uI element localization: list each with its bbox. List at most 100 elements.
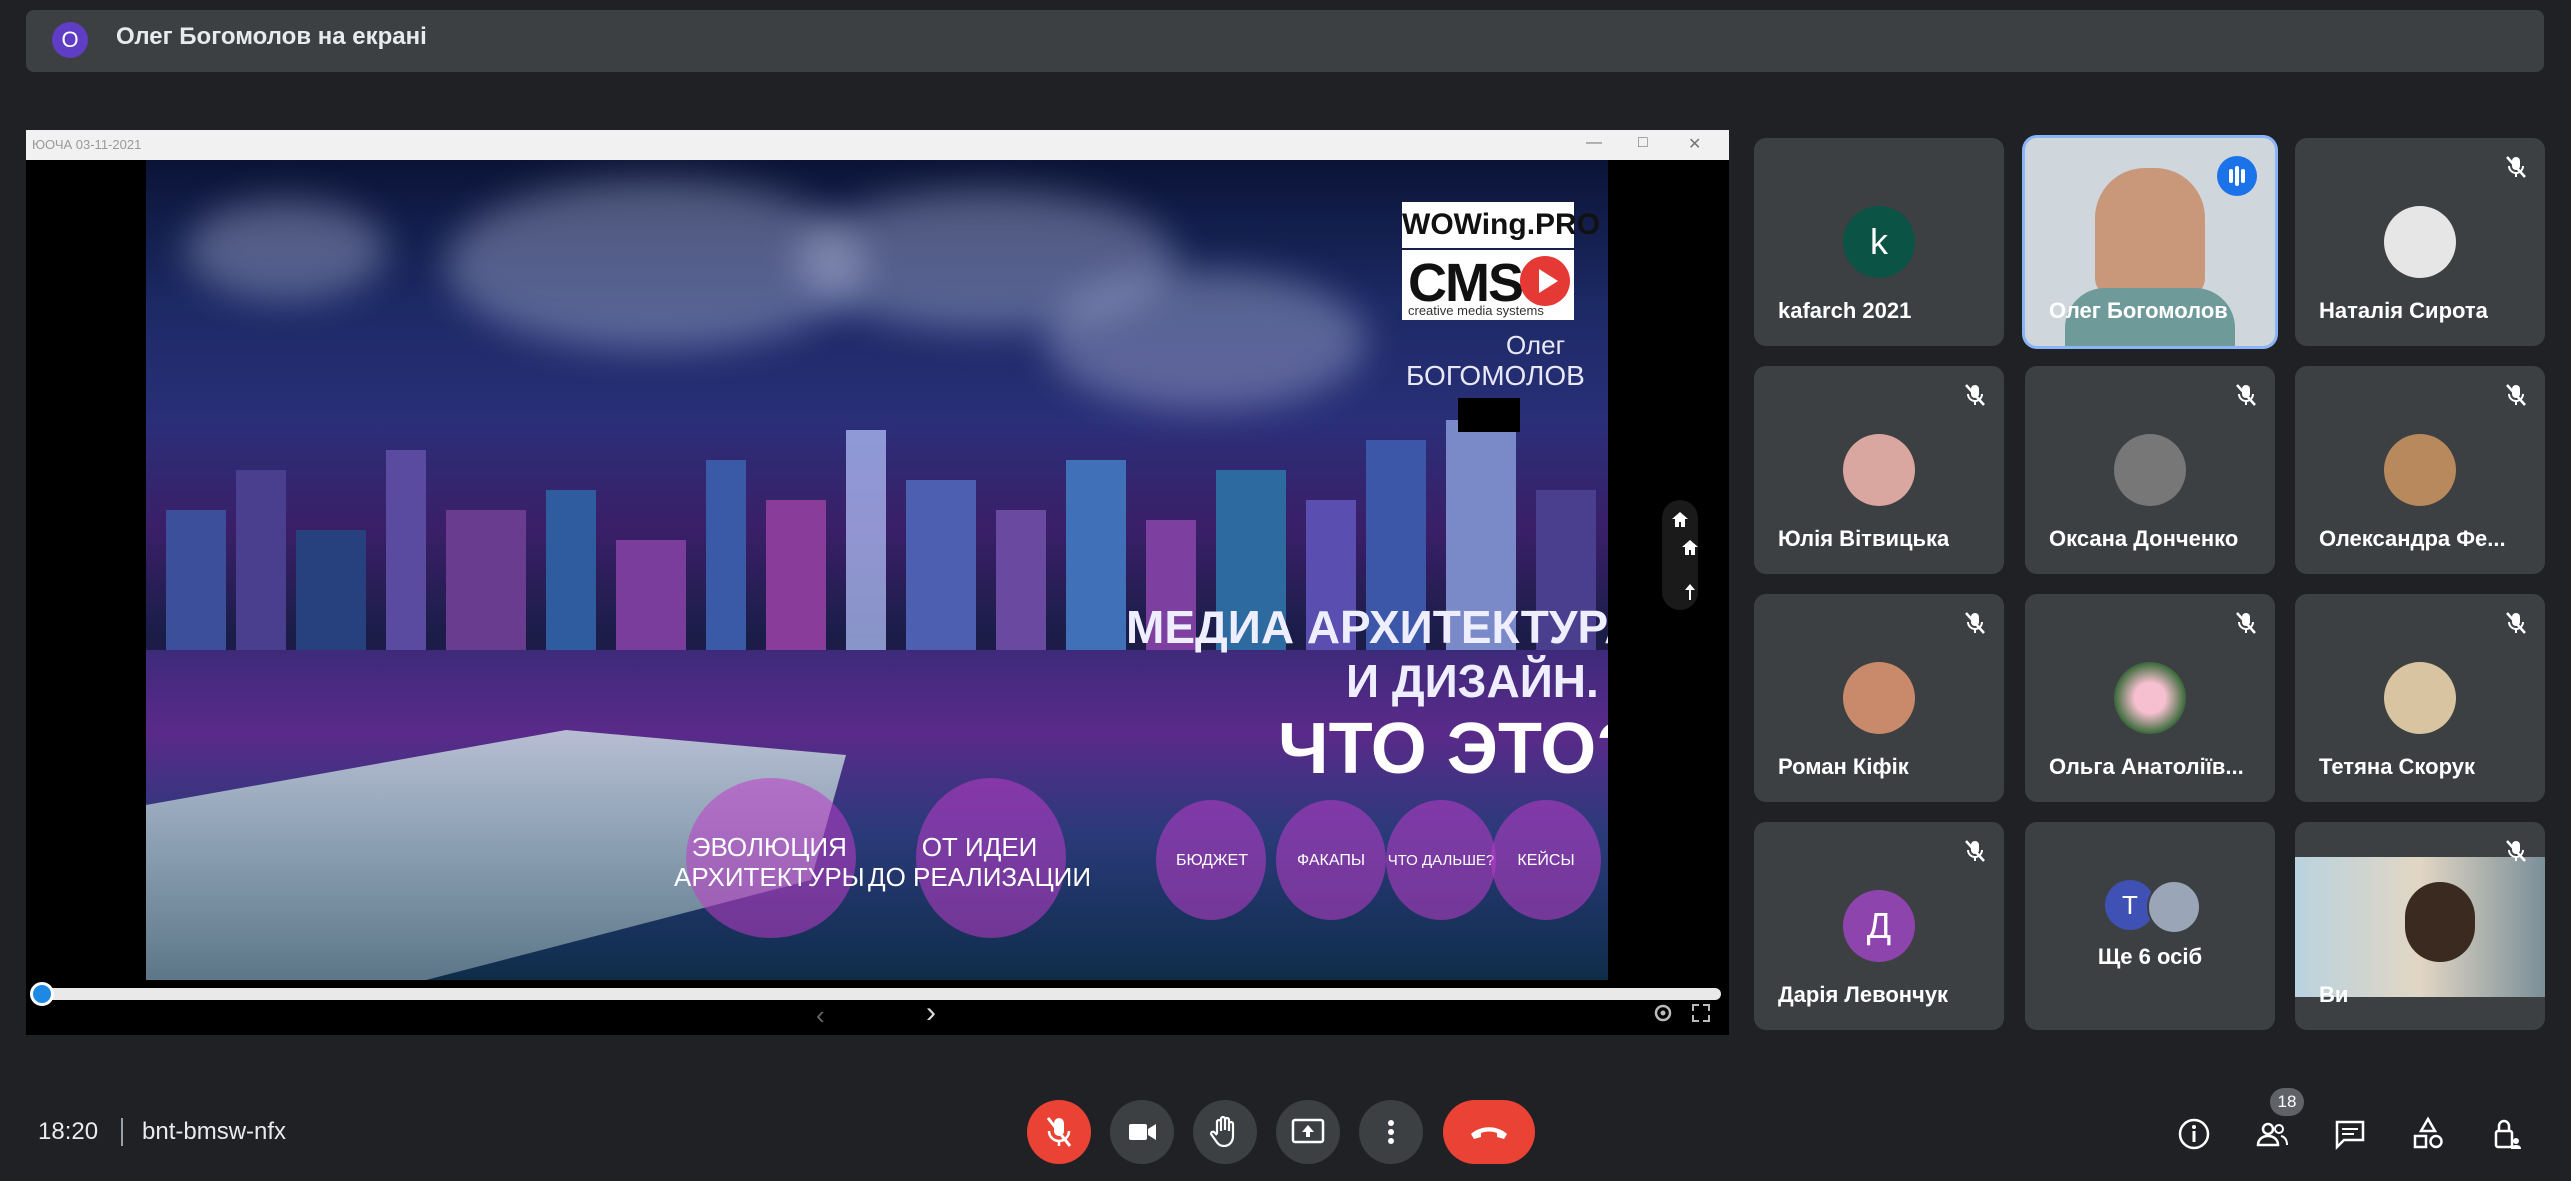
mic-off-icon	[2231, 608, 2261, 638]
speaker-first-name: Олег	[1506, 330, 1566, 360]
people-button[interactable]	[2250, 1112, 2294, 1156]
slide-headline: И ДИЗАЙН.	[1346, 655, 1599, 707]
maximize-icon: □	[1638, 134, 1648, 151]
mic-off-icon	[2501, 380, 2531, 410]
participant-video	[2095, 168, 2205, 298]
topic-label: БЮДЖЕТ	[1175, 852, 1248, 869]
participant-tile[interactable]: Наталія Сирота	[2295, 138, 2545, 346]
avatar	[2114, 434, 2186, 506]
presenting-label: Олег Богомолов на екрані	[116, 23, 427, 50]
participant-tile[interactable]: Тетяна Скорук	[2295, 594, 2545, 802]
present-icon	[1291, 1118, 1325, 1144]
mic-off-icon	[1960, 380, 1990, 410]
lock-person-icon	[2494, 1119, 2521, 1149]
progress-handle[interactable]	[30, 982, 54, 1006]
chat-button[interactable]	[2328, 1112, 2372, 1156]
meeting-details-button[interactable]	[2172, 1112, 2216, 1156]
mic-toggle-button[interactable]	[1027, 1100, 1091, 1164]
participant-name: Роман Кіфік	[1778, 754, 1909, 779]
present-screen-button[interactable]	[1276, 1100, 1340, 1164]
more-vert-icon	[1388, 1120, 1394, 1144]
more-options-button[interactable]	[1359, 1100, 1423, 1164]
mic-off-icon	[1960, 608, 1990, 638]
avatar	[2384, 206, 2456, 278]
topic-label: ФАКАПЫ	[1297, 852, 1365, 869]
participant-tile[interactable]: Ольга Анатоліїв...	[2025, 594, 2275, 802]
shared-window-titlebar	[26, 130, 1729, 160]
topic-label: КЕЙСЫ	[1517, 852, 1575, 869]
self-tile[interactable]: Ви	[2295, 822, 2545, 1030]
activities-button[interactable]	[2406, 1112, 2450, 1156]
avatar	[2147, 880, 2201, 934]
people-icon	[2256, 1122, 2288, 1147]
cloud	[1046, 270, 1366, 410]
hang-up-icon	[1471, 1127, 1507, 1139]
avatar: Д	[1843, 890, 1915, 962]
prev-slide-icon[interactable]: ‹	[816, 1000, 825, 1031]
slide-question: ЧТО ЭТО?	[1278, 709, 1608, 789]
participant-tile[interactable]: Юлія Вітвицька	[1754, 366, 2004, 574]
divider	[121, 1118, 123, 1146]
camera-toggle-button[interactable]	[1110, 1100, 1174, 1164]
more-participants-tile[interactable]: Т Ще 6 осіб	[2025, 822, 2275, 1030]
play-icon	[1520, 256, 1570, 306]
back-arrow-icon[interactable]	[1682, 582, 1698, 607]
participant-count-badge: 18	[2270, 1088, 2304, 1116]
participant-tile[interactable]: Роман Кіфік	[1754, 594, 2004, 802]
mic-off-icon	[2501, 608, 2531, 638]
next-slide-icon[interactable]: ›	[926, 996, 936, 1030]
participant-name: Дарія Левончук	[1778, 982, 1949, 1007]
participant-name: Наталія Сирота	[2319, 298, 2488, 323]
participant-name: kafarch 2021	[1778, 298, 1912, 323]
participant-name: Ви	[2319, 982, 2349, 1007]
info-icon	[2178, 1118, 2210, 1150]
close-icon: ✕	[1688, 136, 1702, 153]
avatar	[1843, 662, 1915, 734]
participant-tile[interactable]: Олександра Фе...	[2295, 366, 2545, 574]
participant-tile[interactable]: k kafarch 2021	[1754, 138, 2004, 346]
presentation-slide: WOWing.PRO CMS creative media systems Ол…	[146, 160, 1608, 980]
avatar	[1843, 434, 1915, 506]
participant-name: Тетяна Скорук	[2319, 754, 2475, 779]
minimize-icon: —	[1586, 134, 1602, 151]
topic-label: ОТ ИДЕИ ДО РЕАЛИЗАЦИИ	[868, 832, 1092, 892]
raise-hand-button[interactable]	[1193, 1100, 1257, 1164]
avatar	[2114, 662, 2186, 734]
shared-window-title: ЮОЧА 03-11-2021	[32, 137, 142, 152]
speaking-indicator-icon	[2217, 156, 2257, 196]
slide-progress-bar[interactable]	[38, 988, 1721, 1000]
camera-icon	[1129, 1124, 1156, 1140]
participant-name: Олександра Фе...	[2319, 526, 2506, 551]
home-icon[interactable]	[1680, 538, 1700, 563]
meeting-code: bnt-bmsw-nfx	[142, 1118, 287, 1145]
wowing-logo: WOWing.PRO	[1402, 202, 1600, 248]
mic-off-icon	[2231, 380, 2261, 410]
avatar	[2384, 662, 2456, 734]
participant-name: Оксана Донченко	[2049, 526, 2239, 551]
avatar: k	[1843, 206, 1915, 278]
participant-tile[interactable]: Д Дарія Левончук	[1754, 822, 2004, 1030]
self-video-person	[2405, 882, 2475, 962]
hand-icon	[1209, 1115, 1235, 1148]
participant-tile-speaking[interactable]: Олег Богомолов	[2025, 138, 2275, 346]
participant-name: Ольга Анатоліїв...	[2049, 754, 2244, 779]
host-controls-button[interactable]	[2484, 1112, 2528, 1156]
participant-name: Юлія Вітвицька	[1778, 526, 1950, 551]
mic-off-icon	[2501, 836, 2531, 866]
avatar	[2384, 434, 2456, 506]
cms-logo-subtitle: creative media systems	[1408, 303, 1544, 318]
topic-label: ЧТО ДАЛЬШЕ?	[1387, 852, 1495, 869]
home-icon[interactable]	[1670, 510, 1690, 535]
chat-icon	[2335, 1120, 2365, 1151]
shared-screen[interactable]: ЮОЧА 03-11-2021 — □ ✕ WOWing.PRO CMS cre…	[26, 130, 1729, 1035]
presenter-avatar: О	[52, 22, 88, 58]
settings-icon[interactable]	[1652, 1002, 1674, 1029]
mic-off-icon	[1046, 1117, 1072, 1147]
participant-name: Олег Богомолов	[2049, 298, 2228, 323]
speaker-last-name: БОГОМОЛОВ	[1406, 360, 1585, 391]
mic-off-icon	[2501, 152, 2531, 182]
leave-call-button[interactable]	[1443, 1100, 1535, 1164]
fullscreen-icon[interactable]	[1690, 1002, 1712, 1029]
participant-tile[interactable]: Оксана Донченко	[2025, 366, 2275, 574]
slide-headline: МЕДИА АРХИТЕКТУРА	[1126, 601, 1608, 653]
